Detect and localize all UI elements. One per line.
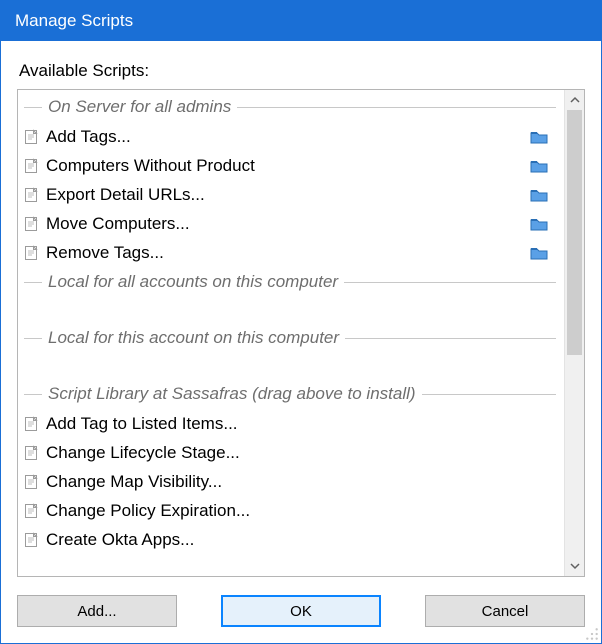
add-button[interactable]: Add... xyxy=(17,595,177,627)
script-icon xyxy=(24,158,40,174)
list-item[interactable]: Create Okta Apps... xyxy=(18,525,564,554)
list-item-label: Remove Tags... xyxy=(46,243,524,263)
titlebar[interactable]: Manage Scripts xyxy=(1,1,601,41)
script-icon xyxy=(24,216,40,232)
client-area: Available Scripts: On Server for all adm… xyxy=(1,41,601,643)
script-icon xyxy=(24,187,40,203)
list-item[interactable]: Export Detail URLs... xyxy=(18,180,564,209)
server-folder-icon[interactable] xyxy=(530,129,548,145)
script-icon xyxy=(24,474,40,490)
list-item[interactable]: Move Computers... xyxy=(18,209,564,238)
list-item[interactable]: Add Tag to Listed Items... xyxy=(18,409,564,438)
list-item-label: Move Computers... xyxy=(46,214,524,234)
resize-grip-icon[interactable] xyxy=(585,627,599,641)
scroll-down-button[interactable] xyxy=(565,556,584,576)
scroll-track[interactable] xyxy=(565,110,584,556)
group-label: On Server for all admins xyxy=(48,97,231,117)
server-folder-icon[interactable] xyxy=(530,158,548,174)
server-folder-icon[interactable] xyxy=(530,187,548,203)
scripts-listbox[interactable]: On Server for all admins Add Tags... Com… xyxy=(17,89,585,577)
list-item[interactable]: Change Lifecycle Stage... xyxy=(18,438,564,467)
script-icon xyxy=(24,416,40,432)
list-item[interactable]: Change Policy Expiration... xyxy=(18,496,564,525)
list-item-label: Add Tag to Listed Items... xyxy=(46,414,558,434)
chevron-down-icon xyxy=(570,561,580,571)
list-content: On Server for all admins Add Tags... Com… xyxy=(18,90,564,576)
ok-button[interactable]: OK xyxy=(221,595,381,627)
group-header-library: Script Library at Sassafras (drag above … xyxy=(18,379,564,409)
group-header-local-this: Local for this account on this computer xyxy=(18,323,564,353)
script-icon xyxy=(24,245,40,261)
group-header-server: On Server for all admins xyxy=(18,92,564,122)
vertical-scrollbar[interactable] xyxy=(564,90,584,576)
list-item[interactable]: Computers Without Product xyxy=(18,151,564,180)
list-item-label: Change Map Visibility... xyxy=(46,472,558,492)
window-title: Manage Scripts xyxy=(15,11,133,31)
list-item-label: Computers Without Product xyxy=(46,156,524,176)
button-row: Add... OK Cancel xyxy=(17,595,585,627)
chevron-up-icon xyxy=(570,95,580,105)
available-scripts-label: Available Scripts: xyxy=(19,61,583,81)
group-label: Local for this account on this computer xyxy=(48,328,339,348)
script-icon xyxy=(24,445,40,461)
list-item[interactable]: Add Tags... xyxy=(18,122,564,151)
list-item-label: Change Policy Expiration... xyxy=(46,501,558,521)
server-folder-icon[interactable] xyxy=(530,216,548,232)
server-folder-icon[interactable] xyxy=(530,245,548,261)
cancel-button[interactable]: Cancel xyxy=(425,595,585,627)
list-item[interactable]: Change Map Visibility... xyxy=(18,467,564,496)
script-icon xyxy=(24,129,40,145)
list-item[interactable]: Remove Tags... xyxy=(18,238,564,267)
list-item-label: Add Tags... xyxy=(46,127,524,147)
group-header-local-all: Local for all accounts on this computer xyxy=(18,267,564,297)
group-label: Local for all accounts on this computer xyxy=(48,272,338,292)
script-icon xyxy=(24,532,40,548)
list-item-label: Export Detail URLs... xyxy=(46,185,524,205)
scroll-thumb[interactable] xyxy=(567,110,582,355)
list-item-label: Change Lifecycle Stage... xyxy=(46,443,558,463)
list-item-label: Create Okta Apps... xyxy=(46,530,558,550)
script-icon xyxy=(24,503,40,519)
scroll-up-button[interactable] xyxy=(565,90,584,110)
group-label: Script Library at Sassafras (drag above … xyxy=(48,384,416,404)
